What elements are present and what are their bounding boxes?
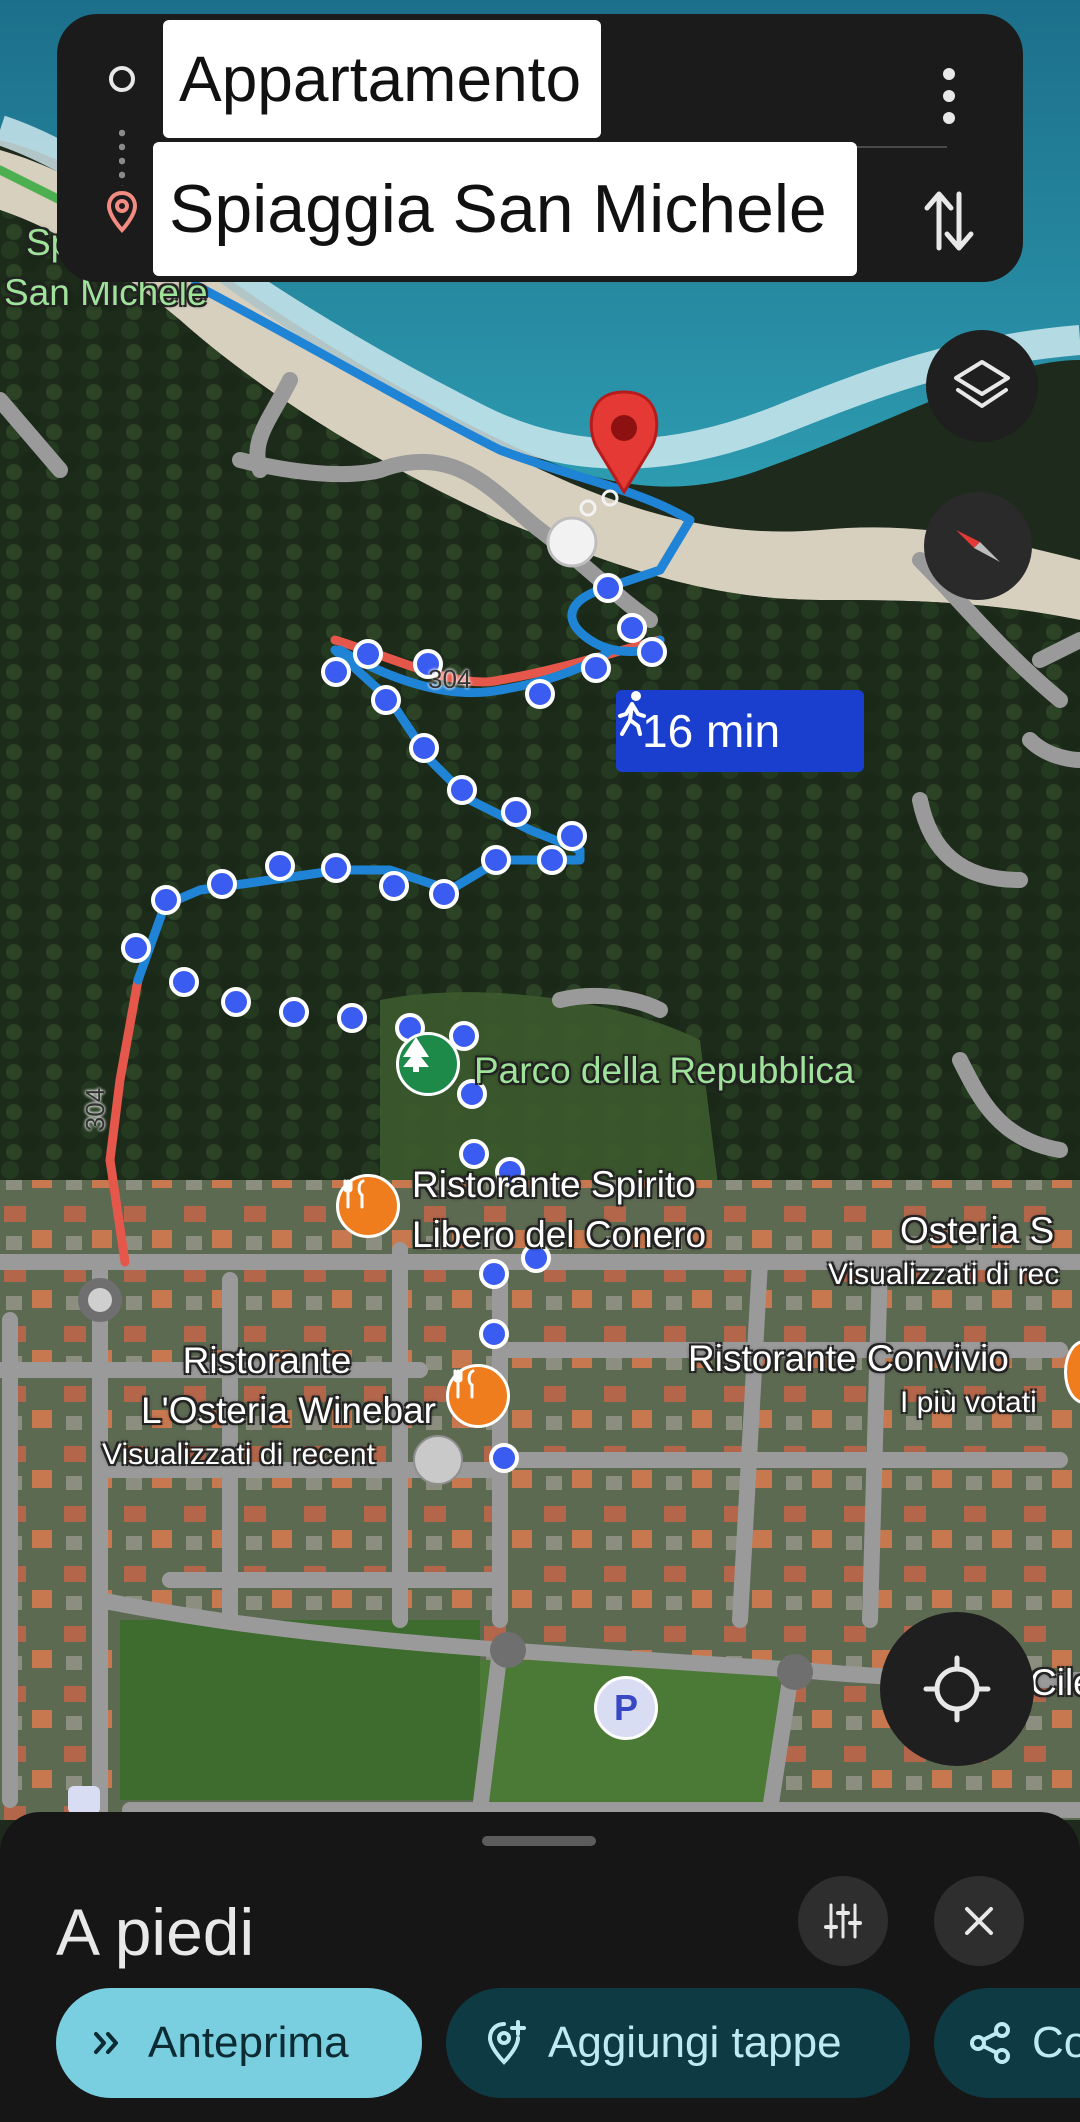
add-location-icon bbox=[487, 2020, 526, 2065]
more-options-icon[interactable] bbox=[927, 56, 971, 136]
route-options-button[interactable] bbox=[798, 1876, 888, 1966]
route-duration-text: 16 min bbox=[642, 705, 781, 757]
walk-icon bbox=[618, 691, 646, 736]
road-number-label: 304 bbox=[80, 1087, 111, 1132]
parking-icon[interactable]: P bbox=[594, 1676, 658, 1740]
add-stops-button[interactable]: Aggiungi tappe bbox=[446, 1988, 910, 2098]
destination-field[interactable]: Spiaggia San Michele bbox=[153, 142, 857, 276]
swap-icon[interactable] bbox=[917, 186, 981, 256]
add-stops-label: Aggiungi tappe bbox=[548, 2018, 842, 2067]
osteria-winebar-sublabel: Visualizzati di recent bbox=[102, 1438, 375, 1471]
preview-button[interactable]: Anteprima bbox=[56, 1988, 422, 2098]
close-button[interactable] bbox=[934, 1876, 1024, 1966]
map-layers-button[interactable] bbox=[926, 330, 1038, 442]
compass-icon bbox=[956, 530, 1000, 562]
fork-knife-icon bbox=[453, 1369, 475, 1399]
tree-icon bbox=[403, 1037, 429, 1072]
fork-knife-icon bbox=[343, 1179, 365, 1209]
osteria-winebar-poi[interactable] bbox=[446, 1364, 510, 1428]
close-icon bbox=[965, 1907, 993, 1935]
origin-circle-icon bbox=[109, 66, 135, 92]
directions-bottom-sheet: A piedi Anteprima Aggiungi tappe Co bbox=[0, 1812, 1080, 2122]
share-label: Co bbox=[1032, 2018, 1080, 2067]
restaurant-convivio-sublabel: I più votati bbox=[900, 1386, 1037, 1419]
my-location-button[interactable] bbox=[880, 1612, 1034, 1766]
double-chevron-icon bbox=[94, 2032, 118, 2054]
restaurant-spirito-poi[interactable] bbox=[336, 1174, 400, 1238]
route-dots-divider bbox=[119, 126, 125, 186]
road-number-label: 304 bbox=[428, 664, 472, 694]
osteria-winebar-name: Ristorante bbox=[182, 1340, 352, 1381]
origin-field[interactable]: Appartamento bbox=[163, 20, 601, 138]
sliders-icon bbox=[824, 1903, 862, 1939]
osteria-winebar-name: L'Osteria Winebar bbox=[141, 1390, 436, 1431]
share-icon bbox=[970, 2022, 1010, 2064]
restaurant-spirito-label[interactable]: Ristorante Spirito Libero del Conero bbox=[412, 1160, 706, 1260]
map-view[interactable]: 304 304 Sp San Michele Parco della Repub… bbox=[0, 0, 1080, 2122]
crosshair-icon bbox=[923, 1655, 991, 1723]
route-duration-badge[interactable]: 16 min bbox=[616, 690, 864, 772]
share-button[interactable]: Co bbox=[934, 1988, 1080, 2098]
compass-button[interactable] bbox=[924, 492, 1032, 600]
restaurant-spirito-name: Ristorante Spirito bbox=[412, 1164, 696, 1205]
park-label[interactable]: Parco della Repubblica bbox=[474, 1050, 855, 1092]
destination-pin-icon bbox=[106, 190, 138, 233]
preview-label: Anteprima bbox=[148, 2018, 349, 2067]
layers-icon bbox=[954, 360, 1010, 408]
restaurant-convivio-label[interactable]: Ristorante Convivio bbox=[688, 1338, 1009, 1380]
travel-mode-title: A piedi bbox=[56, 1895, 255, 1969]
restaurant-spirito-name: Libero del Conero bbox=[412, 1214, 707, 1255]
partial-place-label: Cile bbox=[1030, 1662, 1080, 1703]
park-poi[interactable] bbox=[396, 1032, 460, 1096]
osteria-s-label[interactable]: Osteria S bbox=[900, 1210, 1054, 1252]
osteria-winebar-label[interactable]: Ristorante L'Osteria Winebar bbox=[98, 1336, 436, 1436]
osteria-s-sublabel: Visualizzati di rec bbox=[828, 1258, 1060, 1291]
drag-handle[interactable] bbox=[482, 1836, 596, 1846]
directions-search-card: Appartamento Spiaggia San Michele bbox=[57, 14, 1023, 282]
